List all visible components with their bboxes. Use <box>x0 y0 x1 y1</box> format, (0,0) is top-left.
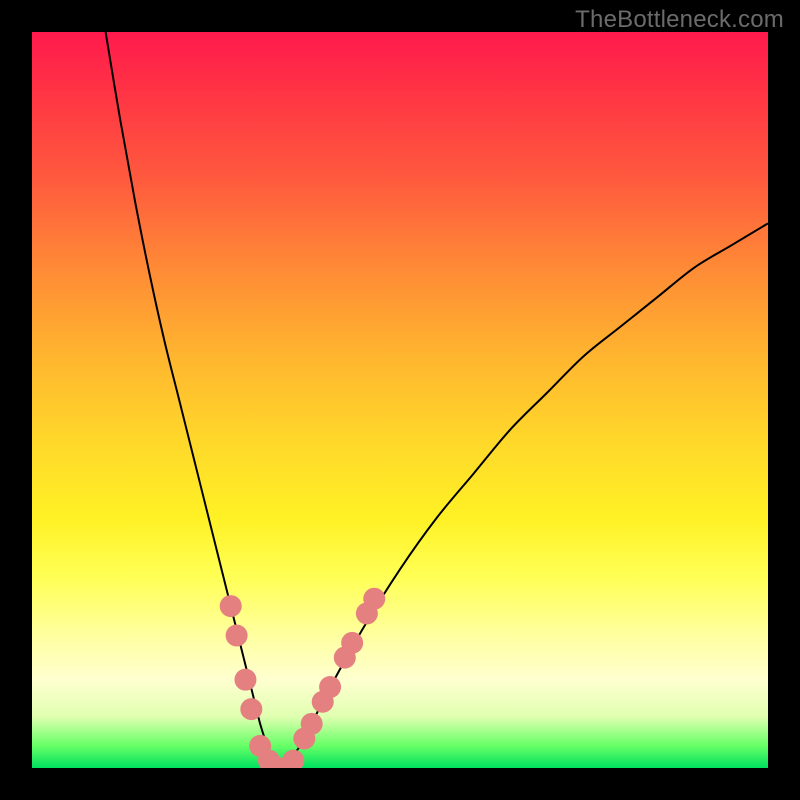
data-marker <box>301 713 323 735</box>
marker-group <box>220 588 386 768</box>
data-marker <box>240 698 262 720</box>
data-marker <box>319 676 341 698</box>
chart-frame: TheBottleneck.com <box>0 0 800 800</box>
data-marker <box>220 595 242 617</box>
chart-svg <box>32 32 768 768</box>
plot-area <box>32 32 768 768</box>
data-marker <box>363 588 385 610</box>
watermark-text: TheBottleneck.com <box>575 6 784 34</box>
data-marker <box>234 669 256 691</box>
curve-line <box>106 32 768 768</box>
data-marker <box>282 750 304 768</box>
data-marker <box>341 632 363 654</box>
data-marker <box>226 625 248 647</box>
